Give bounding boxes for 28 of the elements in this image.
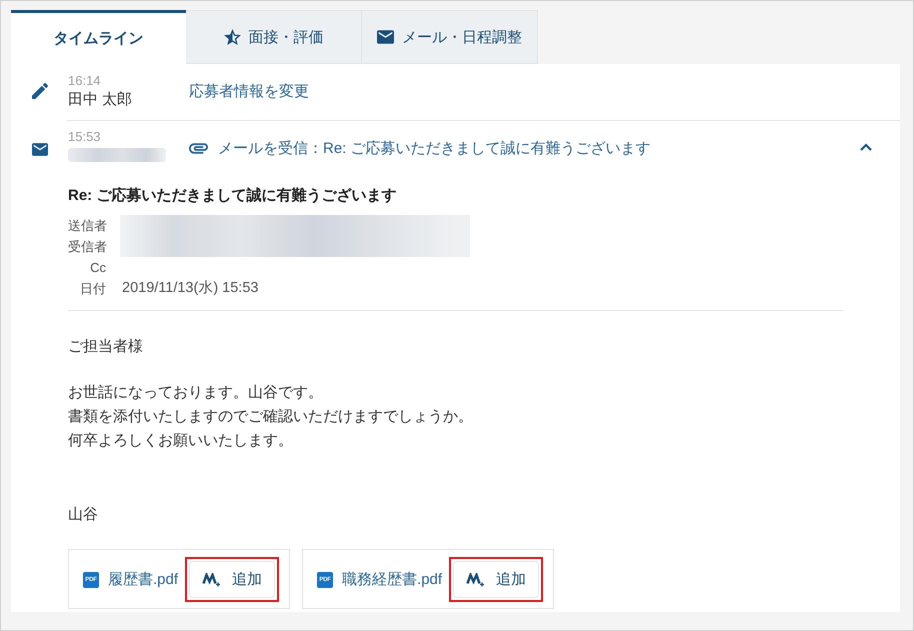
add-button[interactable]: 追加 <box>189 561 276 598</box>
zigzag-plus-icon <box>466 572 486 586</box>
chevron-up-icon[interactable] <box>860 143 872 151</box>
email-subject: Re: ご応募いただきまして誠に有難うございます <box>68 186 398 206</box>
envelope-icon <box>32 143 48 156</box>
entry-time: 16:14 <box>68 72 102 89</box>
tab[interactable]: 面接・評価 <box>186 10 362 64</box>
entry-action-link[interactable]: メールを受信：Re: ご応募いただきまして誠に有難うございます <box>218 139 651 158</box>
field-label: 日付 <box>79 280 106 298</box>
field-label: 受信者 <box>68 238 106 256</box>
email-greeting: ご担当者様 <box>68 337 144 357</box>
zigzag-plus-icon <box>202 572 222 586</box>
field-label: 送信者 <box>68 217 106 235</box>
entry-time: 15:53 <box>68 128 102 145</box>
field-label: Cc <box>89 259 106 277</box>
entry-author: 田中 太郎 <box>68 90 134 110</box>
envelope-icon <box>377 29 394 45</box>
field-value: 2019/11/13(水) 15:53 <box>122 279 260 298</box>
tab[interactable]: タイムライン <box>11 10 186 64</box>
email-body-paragraph: お世話になっております。山谷です。 書類を添付いたしますのでご確認いただけますでしょうか。 何卒よろしくお願いいたします。 <box>68 383 474 451</box>
tab[interactable]: メール・日程調整 <box>362 10 538 64</box>
add-button[interactable]: 追加 <box>453 561 540 598</box>
entry-action-link[interactable]: 応募者情報を変更 <box>189 82 309 100</box>
email-signature: 山谷 <box>68 505 99 525</box>
half-star-icon <box>224 29 240 45</box>
pencil-icon <box>32 83 48 99</box>
attachment-link[interactable]: 履歴書.pdf <box>108 570 178 589</box>
attachment-link[interactable]: 職務経歴書.pdf <box>342 570 442 589</box>
